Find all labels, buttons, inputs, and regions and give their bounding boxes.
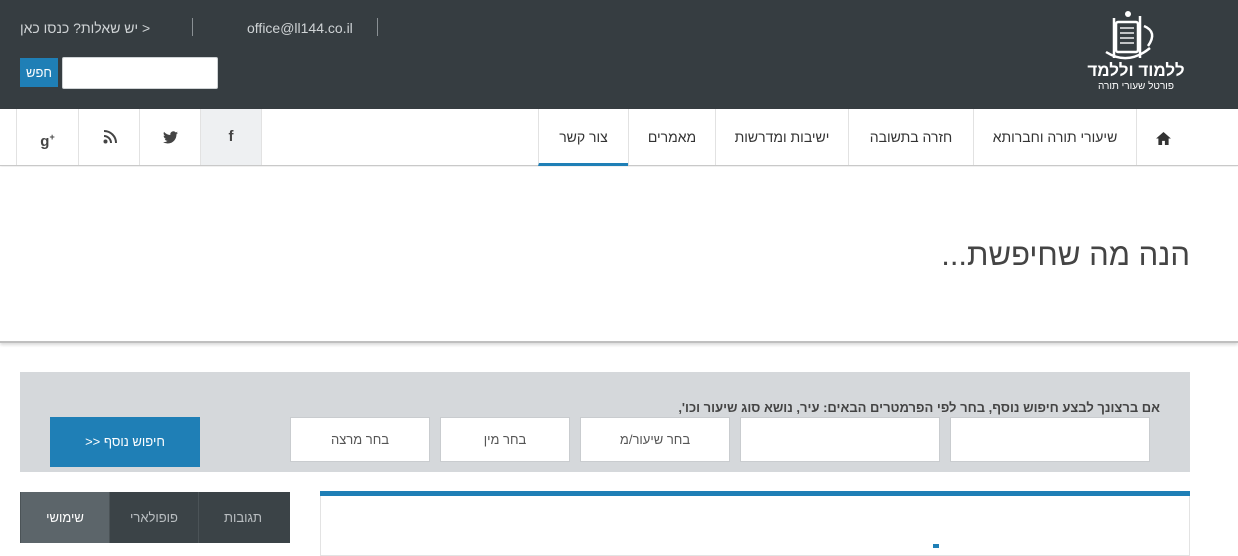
tab-useful[interactable]: שימושי — [20, 492, 109, 543]
header-divider — [192, 18, 193, 36]
header-divider — [377, 18, 378, 36]
top-header: יש שאלות? כנסו כאן > office@ll144.co.il … — [0, 0, 1238, 109]
page-title: הנה מה שחיפשת... — [941, 237, 1190, 272]
lesson-type-select[interactable]: בחר שיעור/מ — [580, 417, 730, 462]
content-box — [320, 496, 1190, 556]
search-button[interactable]: חפש — [20, 58, 58, 87]
gender-select[interactable]: בחר מין — [440, 417, 570, 462]
search-input[interactable] — [62, 57, 218, 89]
contact-email[interactable]: office@ll144.co.il — [247, 18, 353, 38]
sidebar-tabs: תגובות פופולארי שימושי — [20, 492, 290, 543]
more-search-button[interactable]: >> חיפוש נוסף — [50, 417, 200, 467]
tab-comments[interactable]: תגובות — [198, 492, 287, 543]
google-plus-icon[interactable]: g+ — [16, 109, 78, 165]
home-icon[interactable] — [1137, 109, 1189, 165]
content-accent — [933, 544, 939, 548]
logo-title: ללמוד וללמד — [1087, 61, 1185, 80]
facebook-icon[interactable]: f — [200, 109, 262, 165]
nav-item-yeshivot[interactable]: ישיבות ומדרשות — [715, 109, 848, 165]
advanced-search-panel: אם ברצונך לבצע חיפוש נוסף, בחר לפי הפרמט… — [20, 372, 1190, 472]
city-select[interactable] — [950, 417, 1150, 462]
nav-item-teshuva[interactable]: חזרה בתשובה — [848, 109, 973, 165]
twitter-icon[interactable] — [139, 109, 201, 165]
site-logo[interactable]: ללמוד וללמד פורטל שעורי תורה — [1078, 8, 1190, 94]
advanced-search-description: אם ברצונך לבצע חיפוש נוסף, בחר לפי הפרמט… — [678, 400, 1160, 415]
nav-item-torah-lessons[interactable]: שיעורי תורה וחברותא — [973, 109, 1137, 165]
topic-select[interactable] — [740, 417, 940, 462]
lecturer-select[interactable]: בחר מרצה — [290, 417, 430, 462]
nav-item-articles[interactable]: מאמרים — [628, 109, 715, 165]
tab-popular[interactable]: פופולארי — [109, 492, 198, 543]
main-nav: g+ f צור קשר מאמרים ישיבות ומדרשות חזרה … — [0, 109, 1238, 166]
rss-icon[interactable] — [78, 109, 140, 165]
logo-subtitle: פורטל שעורי תורה — [1098, 81, 1174, 92]
hero-section: הנה מה שחיפשת... — [0, 167, 1238, 343]
questions-link[interactable]: יש שאלות? כנסו כאן > — [20, 18, 150, 38]
nav-item-contact[interactable]: צור קשר — [538, 109, 628, 166]
